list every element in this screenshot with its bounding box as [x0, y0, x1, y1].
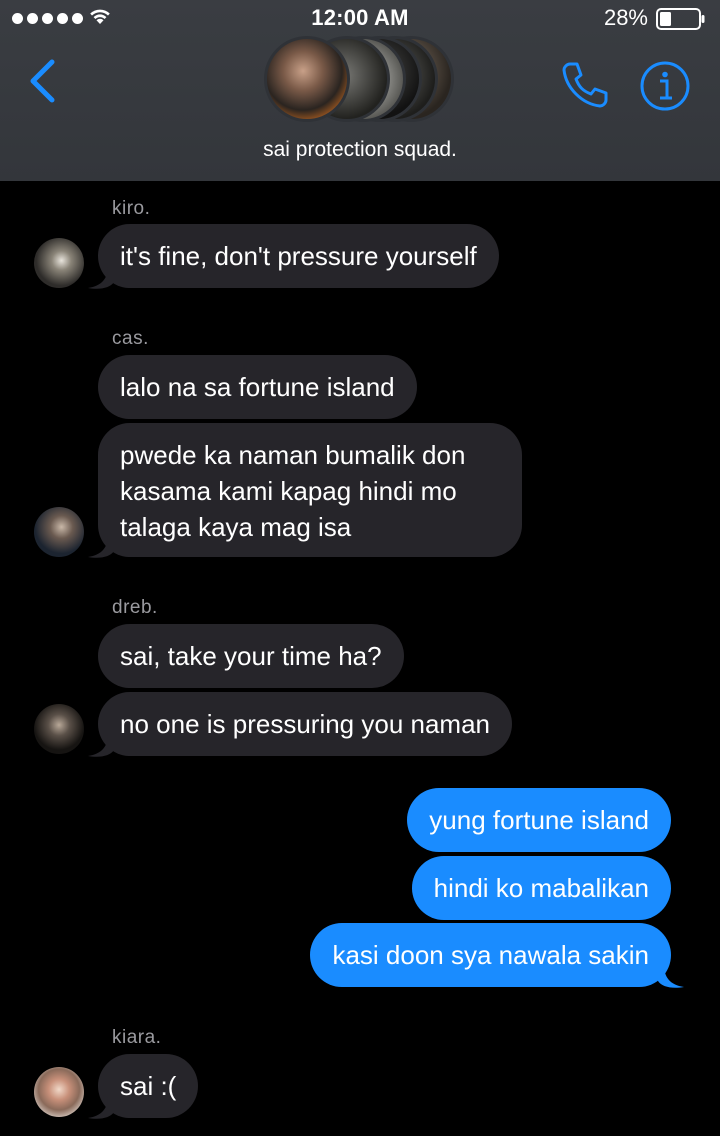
user-avatar[interactable] — [34, 507, 84, 557]
incoming-message[interactable]: lalo na sa fortune island — [98, 355, 417, 419]
status-bar: 12:00 AM 28% — [0, 0, 720, 36]
bubble-tail — [88, 1096, 114, 1119]
incoming-message[interactable]: it's fine, don't pressure yourself — [98, 224, 499, 288]
info-icon[interactable] — [639, 60, 691, 112]
battery-icon — [656, 8, 705, 30]
outgoing-message[interactable]: kasi doon sya nawala sakin — [310, 923, 671, 987]
sender-name: kiro. — [112, 198, 151, 219]
battery-percentage: 28% — [603, 5, 648, 30]
sender-name: kiara. — [112, 1027, 162, 1048]
back-chevron-icon[interactable] — [26, 58, 58, 104]
incoming-message[interactable]: pwede ka naman bumalik don kasama kami k… — [98, 423, 522, 557]
group-name[interactable]: sai protection squad. — [0, 138, 720, 162]
user-avatar[interactable] — [34, 238, 84, 288]
bubble-tail — [658, 965, 684, 988]
sender-name: cas. — [112, 328, 149, 349]
bubble-tail — [88, 535, 114, 558]
user-avatar[interactable] — [34, 1067, 84, 1117]
incoming-message[interactable]: no one is pressuring you naman — [98, 692, 513, 756]
incoming-message[interactable]: sai, take your time ha? — [98, 624, 404, 688]
group-member-avatar — [264, 36, 350, 122]
group-avatar-stack[interactable] — [264, 36, 454, 122]
sender-name: dreb. — [112, 597, 158, 618]
user-avatar[interactable] — [34, 704, 84, 754]
phone-call-icon[interactable] — [560, 60, 610, 108]
bubble-tail — [88, 734, 114, 757]
chat-header: 12:00 AM 28% sai protection squad. — [0, 0, 720, 181]
outgoing-message[interactable]: yung fortune island — [407, 788, 671, 852]
message-thread[interactable]: kiro. it's fine, don't pressure yourself… — [0, 181, 720, 1136]
outgoing-message[interactable]: hindi ko mabalikan — [411, 856, 671, 920]
bubble-tail — [88, 266, 114, 289]
